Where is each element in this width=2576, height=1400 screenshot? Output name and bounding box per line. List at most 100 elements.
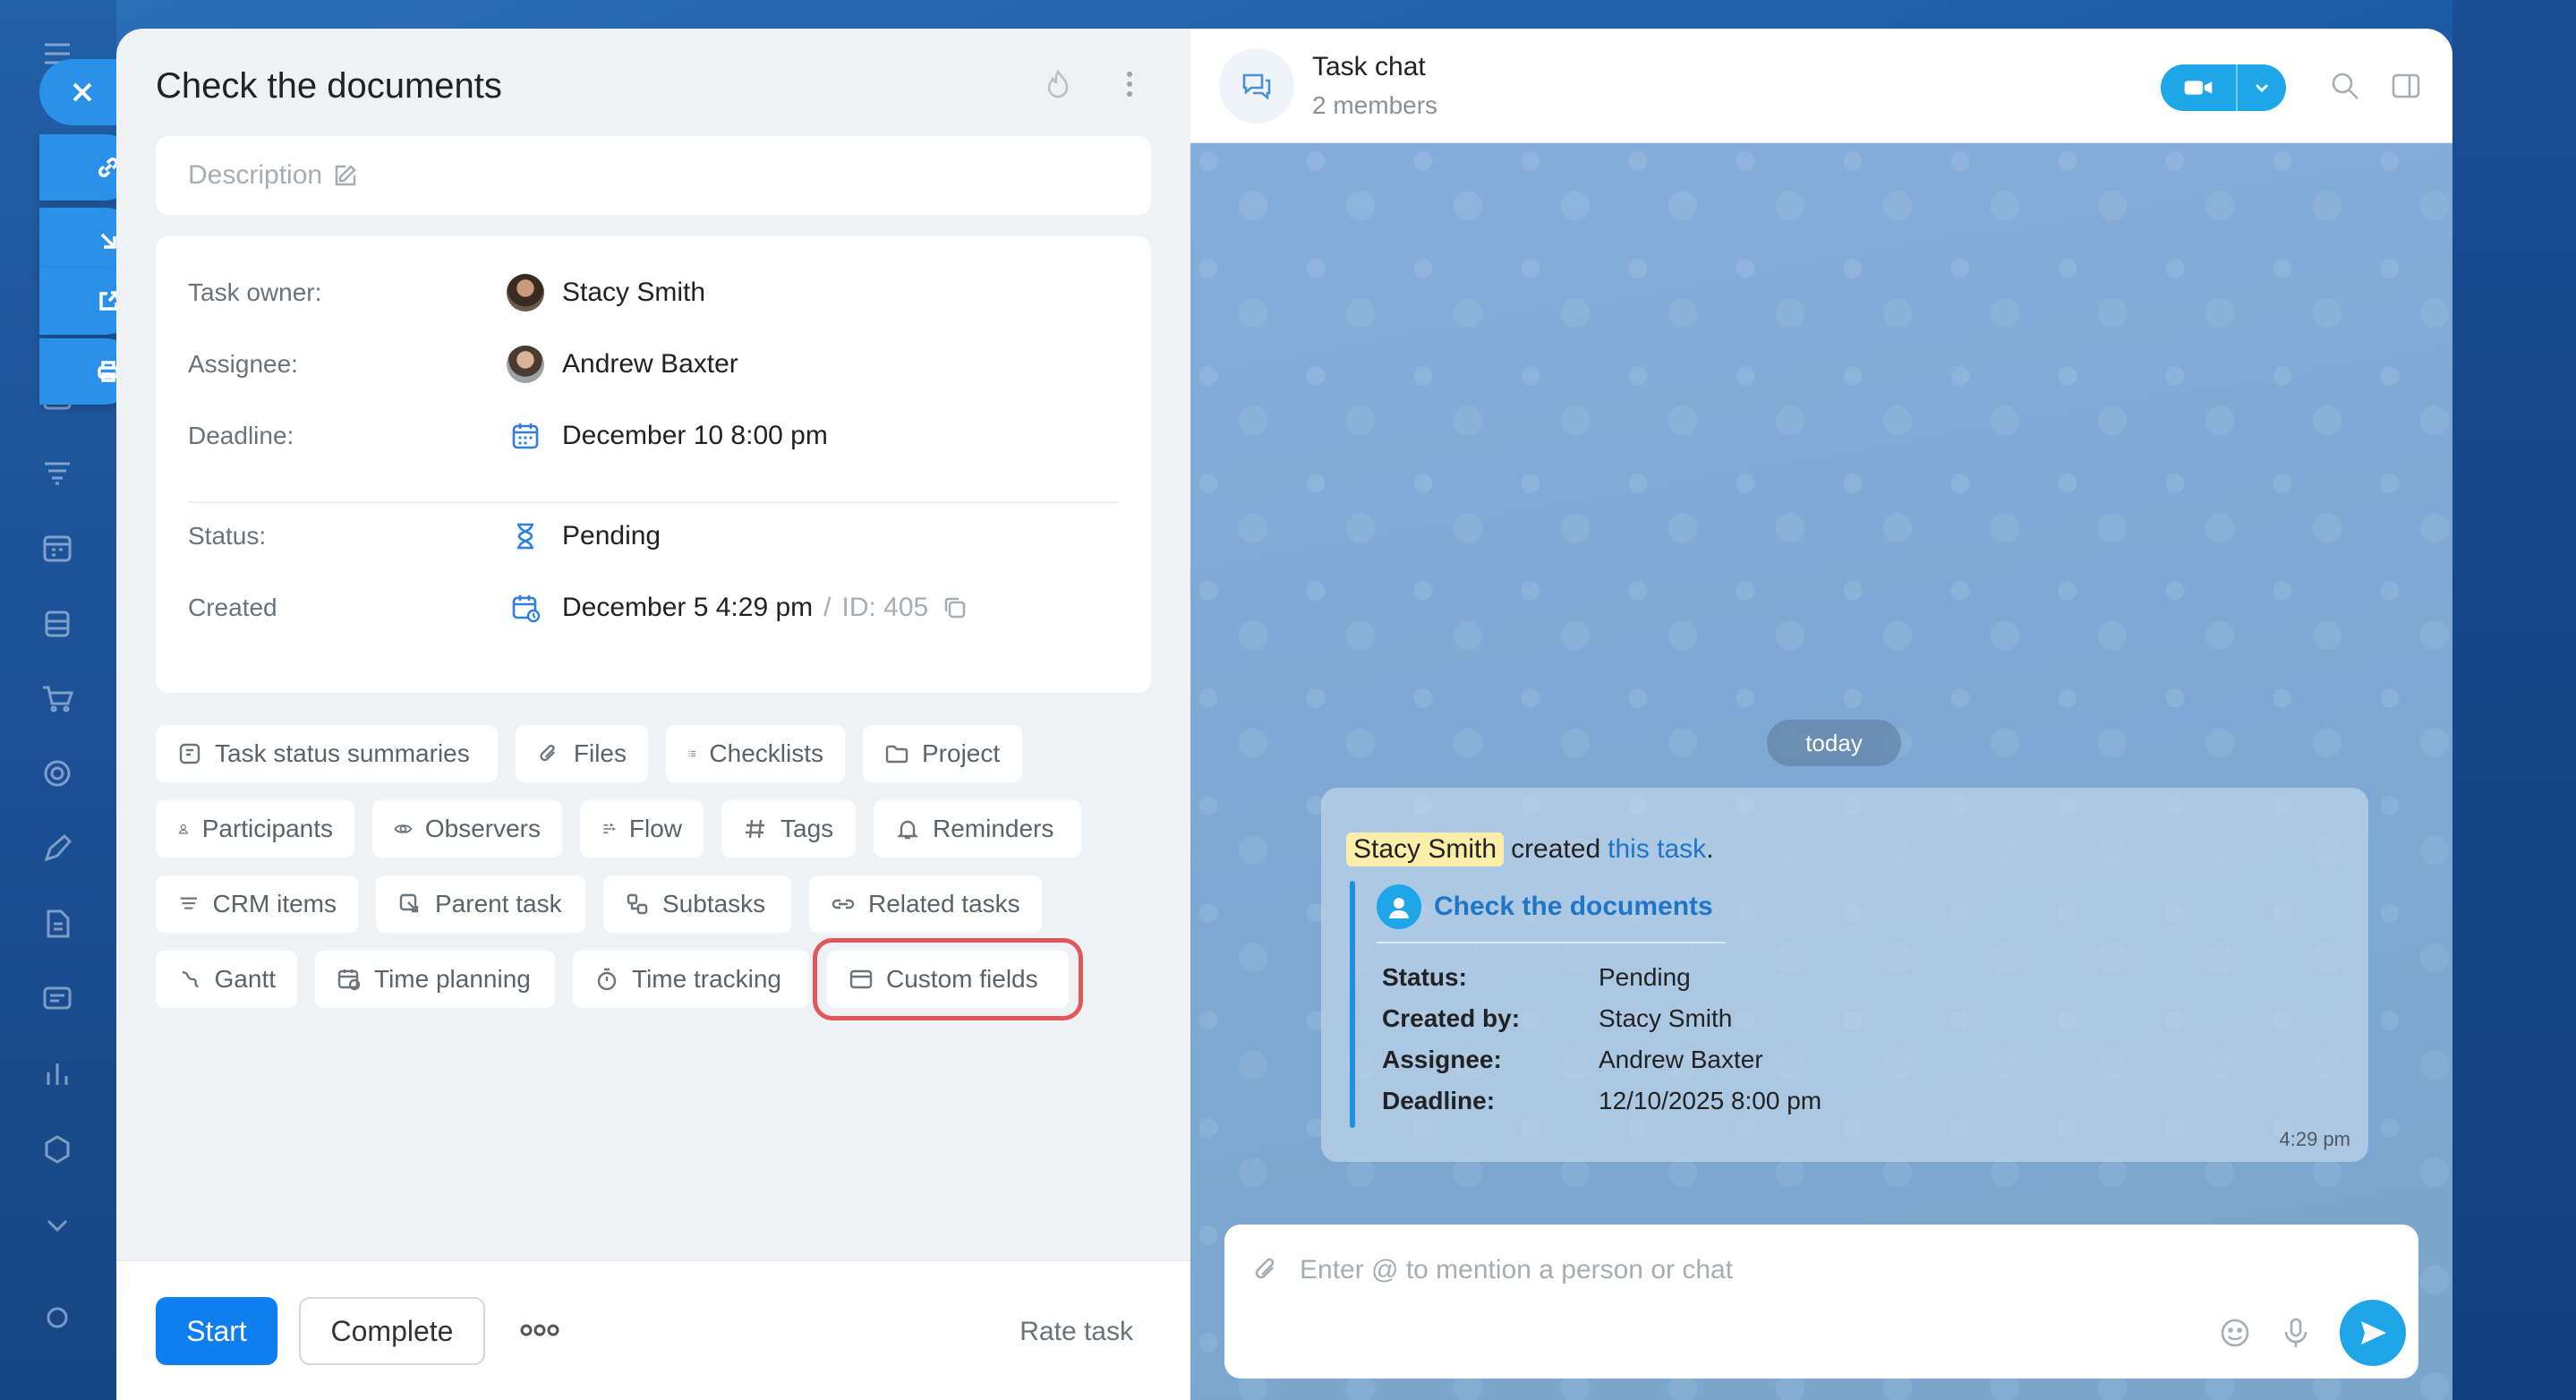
chevron-down-icon[interactable] xyxy=(39,1207,75,1242)
description-placeholder: Description xyxy=(188,160,323,190)
created-label: Created xyxy=(188,593,277,621)
video-call-button[interactable] xyxy=(2161,64,2286,111)
chat-members[interactable]: 2 members xyxy=(1312,91,1437,120)
settings-icon[interactable] xyxy=(39,1300,75,1336)
message-input[interactable]: Enter @ to mention a person or chat xyxy=(1300,1255,1733,1285)
right-sidebar xyxy=(2452,0,2576,1400)
rate-task-link[interactable]: Rate task xyxy=(1019,1317,1133,1347)
assignee-label: Assignee: xyxy=(188,350,298,378)
chip-flow[interactable]: Flow xyxy=(580,800,704,858)
quoted-task-title[interactable]: Check the documents xyxy=(1377,884,1713,929)
system-message: Stacy Smith created this task . Check th… xyxy=(1321,788,2368,1162)
document-icon[interactable] xyxy=(39,906,75,942)
owner-name[interactable]: Stacy Smith xyxy=(562,277,705,308)
crm-icon xyxy=(180,897,197,909)
emoji-icon[interactable] xyxy=(2218,1316,2252,1350)
search-icon[interactable] xyxy=(2329,70,2365,106)
chip-project[interactable]: Project xyxy=(863,725,1022,782)
parent-task-icon xyxy=(399,893,419,913)
chat-board-icon[interactable] xyxy=(39,981,75,1017)
user-icon xyxy=(1377,884,1421,929)
avatar xyxy=(507,346,544,383)
hourglass-icon xyxy=(507,517,544,555)
deadline-label: Deadline: xyxy=(188,422,294,449)
chip-related-tasks[interactable]: Related tasks xyxy=(809,875,1042,933)
avatar xyxy=(507,274,544,312)
chip-reminders[interactable]: Reminders xyxy=(874,800,1081,858)
microphone-icon[interactable] xyxy=(2279,1316,2313,1350)
task-details-card: Task owner: Stacy Smith Assignee: Andrew… xyxy=(156,236,1151,693)
stopwatch-icon xyxy=(597,968,617,991)
complete-button[interactable]: Complete xyxy=(299,1297,485,1365)
chip-time-tracking[interactable]: Time tracking xyxy=(573,951,809,1008)
store-icon[interactable] xyxy=(39,605,75,641)
task-id: ID: 405 xyxy=(841,593,929,622)
assignee-name[interactable]: Andrew Baxter xyxy=(562,349,738,380)
chip-observers[interactable]: Observers xyxy=(372,800,562,858)
owner-value[interactable]: Stacy Smith xyxy=(507,274,705,312)
chat-avatar xyxy=(1219,48,1294,124)
analytics-icon[interactable] xyxy=(39,1056,75,1092)
message-author[interactable]: Stacy Smith xyxy=(1346,832,1505,866)
quote-separator xyxy=(1377,942,1726,943)
highlight-ring xyxy=(813,938,1083,1020)
owner-label: Task owner: xyxy=(188,278,322,306)
message-composer[interactable]: Enter @ to mention a person or chat xyxy=(1224,1225,2418,1379)
quote-row-assignee: Assignee: Andrew Baxter xyxy=(1382,1046,1763,1073)
chat-header: Task chat 2 members xyxy=(1190,29,2452,143)
calendar-grid-icon[interactable] xyxy=(39,530,75,566)
more-vertical-icon[interactable] xyxy=(1113,68,1146,105)
deadline-value[interactable]: December 10 8:00 pm xyxy=(507,417,828,455)
chip-task-status-summaries[interactable]: Task status summaries xyxy=(156,725,498,782)
assignee-value[interactable]: Andrew Baxter xyxy=(507,346,738,383)
more-actions-button[interactable] xyxy=(519,1317,560,1351)
edit-icon xyxy=(335,165,356,186)
close-button[interactable] xyxy=(39,59,125,125)
task-title: Check the documents xyxy=(156,66,502,106)
chip-tags[interactable]: Tags xyxy=(721,800,856,858)
task-link[interactable]: this task xyxy=(1608,834,1706,865)
gantt-icon xyxy=(182,970,199,988)
eye-icon xyxy=(394,824,413,833)
target-icon[interactable] xyxy=(39,755,75,791)
bell-icon xyxy=(897,820,918,840)
created-value: December 5 4:29 pm / ID: 405 xyxy=(507,589,968,627)
filter-icon[interactable] xyxy=(39,455,75,491)
chip-crm-items[interactable]: CRM items xyxy=(156,875,358,933)
user-icon xyxy=(178,824,188,834)
link-icon xyxy=(832,899,855,909)
close-icon xyxy=(73,82,92,102)
chip-parent-task[interactable]: Parent task xyxy=(376,875,585,933)
chip-participants[interactable]: Participants xyxy=(156,800,354,858)
divider xyxy=(188,501,1119,503)
chat-background-pattern xyxy=(1190,143,2452,1400)
chip-gantt[interactable]: Gantt xyxy=(156,951,297,1008)
subtasks-icon xyxy=(627,893,648,915)
summary-icon xyxy=(179,743,200,764)
status-label: Status: xyxy=(188,522,267,550)
calendar-clock-icon xyxy=(507,589,544,627)
chevron-down-icon[interactable] xyxy=(2238,79,2286,97)
flame-icon[interactable] xyxy=(1042,68,1074,105)
cube-icon[interactable] xyxy=(39,1131,75,1167)
description-field[interactable]: Description xyxy=(156,136,1151,215)
chat-panel: Task chat 2 members today Stacy Smith cr… xyxy=(1190,29,2452,1400)
quote-bar xyxy=(1350,881,1355,1128)
sidebar-toggle-icon[interactable] xyxy=(2390,70,2426,106)
chip-subtasks[interactable]: Subtasks xyxy=(603,875,791,933)
send-button[interactable] xyxy=(2340,1300,2406,1366)
more-horizontal-icon xyxy=(520,1324,559,1336)
start-button[interactable]: Start xyxy=(156,1297,277,1365)
message-punct: . xyxy=(1706,834,1714,864)
copy-icon[interactable] xyxy=(943,595,968,620)
pen-icon[interactable] xyxy=(39,831,75,866)
chip-time-planning[interactable]: Time planning xyxy=(315,951,555,1008)
checklist-icon xyxy=(688,750,695,757)
hashtag-icon xyxy=(746,819,764,839)
cart-icon[interactable] xyxy=(39,680,75,716)
paperclip-icon[interactable] xyxy=(1251,1255,1282,1290)
chip-files[interactable]: Files xyxy=(516,725,648,782)
send-icon xyxy=(2361,1321,2386,1345)
flow-icon xyxy=(603,823,617,833)
chip-checklists[interactable]: Checklists xyxy=(666,725,845,782)
